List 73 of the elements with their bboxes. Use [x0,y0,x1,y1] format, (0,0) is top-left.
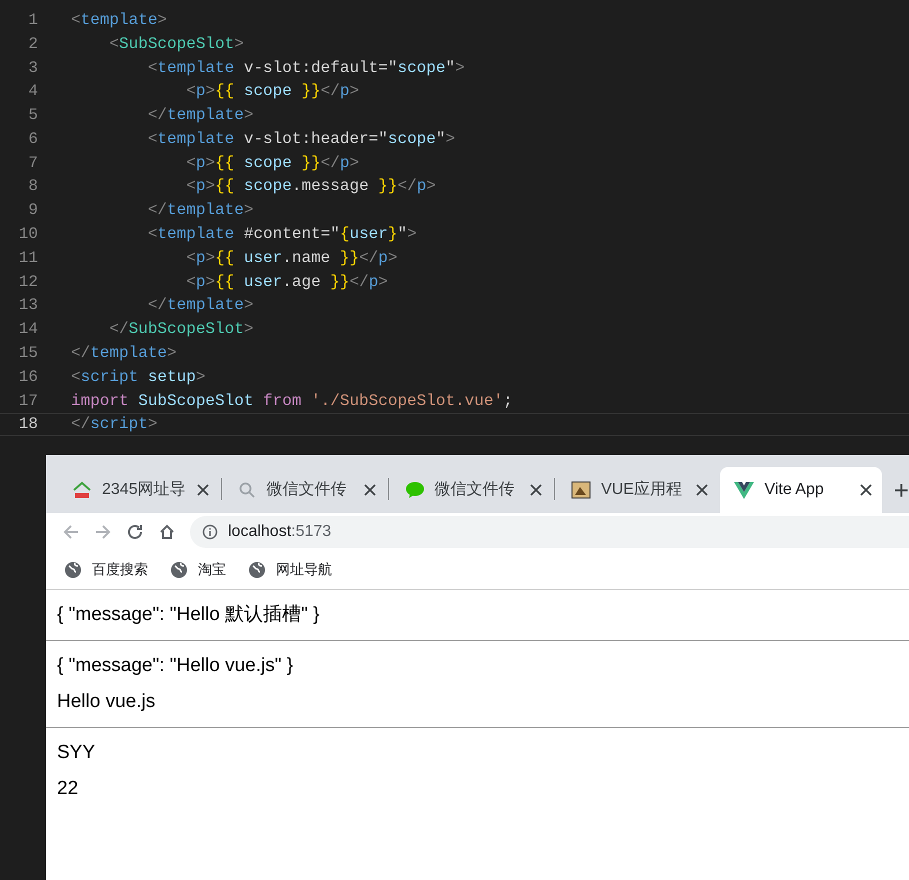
bookmark[interactable]: 网址导航 [248,559,332,580]
close-icon[interactable] [364,484,376,496]
line-number: 4 [27,81,38,102]
output-text: { "message": "Hello 默认插槽" } [57,604,320,626]
line-number: 3 [27,58,38,78]
code-line: <template #content="{user}"> [146,224,417,246]
close-icon[interactable] [696,484,708,496]
line-number: 11 [18,248,38,269]
code-line: <SubScopeSlot> [108,34,244,55]
code-line: <p>{{ user.name }}</p> [185,248,398,269]
tab-title: 微信文件传 [434,480,516,500]
tab-title: VUE应用程 [601,480,683,500]
close-icon[interactable] [530,484,542,496]
browser-tab[interactable]: VUE应用程 [557,467,718,513]
code-line: </template> [146,200,254,222]
bookmark[interactable]: 淘宝 [170,559,226,580]
address-bar[interactable]: localhost:5173 [190,516,909,548]
line-number: 2 [27,34,38,55]
line-number: 9 [27,200,38,222]
new-tab-button[interactable]: + [884,467,909,513]
code-line: </template> [71,343,177,364]
tab-title: 2345网址导 [102,480,187,500]
line-number: 13 [18,295,38,316]
browser-tab[interactable]: Vite App [720,467,882,513]
line-number: 5 [27,105,38,126]
line-number: 10 [18,224,38,246]
vue-logo-icon [734,481,754,499]
tab-title: 微信文件传 [266,480,348,500]
chat-bubble-icon [404,481,425,499]
code-line: <template v-slot:header="scope"> [146,128,456,150]
line-number: 16 [18,366,38,388]
picture-icon [571,481,592,499]
code-line: </script> [71,414,158,436]
code-line: <p>{{ scope }}</p> [185,152,360,174]
line-number: 18 [18,414,38,436]
line-number: 14 [18,319,38,340]
info-icon[interactable] [202,524,218,540]
code-line: import SubScopeSlot from './SubScopeSlot.vue'; [71,390,513,412]
close-icon[interactable] [197,484,210,496]
line-number: 1 [27,10,38,31]
url-text: localhost:5173 [228,522,332,542]
close-icon[interactable] [860,484,872,496]
output-text: Hello vue.js [57,691,156,713]
browser-tab[interactable]: 微信文件传 [224,467,386,513]
output-text: 22 [57,778,80,800]
code-line: <template> [71,10,168,31]
globe-icon [170,560,188,578]
code-line: <p>{{ scope }}</p> [185,81,360,102]
browser-tab[interactable]: 微信文件传 [390,467,552,513]
code-line: </SubScopeSlot> [108,319,254,340]
search-icon [238,481,256,499]
code-line: </template> [146,295,254,316]
code-line: </template> [146,105,254,126]
bookmark[interactable]: 百度搜索 [64,559,148,580]
tab-title: Vite App [764,480,825,500]
line-number: 8 [27,176,38,198]
code-line: <p>{{ user.age }}</p> [185,272,388,293]
globe-icon [64,560,82,578]
code-line: <script setup> [71,366,206,388]
home-icon[interactable] [158,522,176,540]
line-number: 12 [18,272,38,293]
line-number: 6 [27,128,38,150]
line-number: 17 [18,390,38,412]
line-number: 7 [27,152,38,174]
house-icon [72,481,92,499]
reload-icon[interactable] [126,522,144,540]
code-line: <template v-slot:default="scope"> [146,58,465,78]
output-text: SYY [57,742,96,764]
output-text: { "message": "Hello vue.js" } [57,655,294,677]
browser-tab[interactable]: 2345网址导 [58,467,220,513]
code-line: <p>{{ scope.message }}</p> [185,176,436,198]
line-number: 15 [18,343,38,364]
globe-icon [248,560,266,578]
